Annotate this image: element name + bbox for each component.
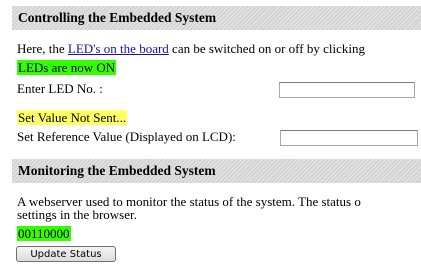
monitor-section-title: Monitoring the Embedded System	[18, 163, 216, 178]
control-intro-text: Here, the LED's on the board can be swit…	[17, 41, 365, 57]
monitor-section-header: Monitoring the Embedded System	[12, 159, 421, 183]
control-intro-suffix: can be switched on or off by clicking	[168, 41, 365, 56]
set-status-badge: Set Value Not Sent...	[17, 110, 128, 125]
status-value-line: 00110000	[17, 226, 71, 242]
control-intro-prefix: Here, the	[17, 41, 68, 56]
led-number-input[interactable]	[279, 82, 415, 98]
reference-value-input[interactable]	[280, 130, 418, 146]
control-section-title: Controlling the Embedded System	[18, 10, 217, 25]
status-value-badge: 00110000	[17, 226, 71, 241]
control-section-header: Controlling the Embedded System	[12, 6, 421, 30]
set-status-line: Set Value Not Sent...	[17, 110, 128, 126]
update-status-button[interactable]: Update Status	[16, 246, 116, 262]
led-number-label: Enter LED No. :	[17, 81, 103, 96]
led-status-badge: LEDs are now ON	[17, 60, 117, 75]
reference-value-label: Set Reference Value (Displayed on LCD):	[17, 129, 236, 144]
led-status-line: LEDs are now ON	[17, 60, 117, 76]
led-board-link[interactable]: LED's on the board	[68, 41, 169, 56]
monitor-description-line2: settings in the browser.	[17, 207, 137, 222]
